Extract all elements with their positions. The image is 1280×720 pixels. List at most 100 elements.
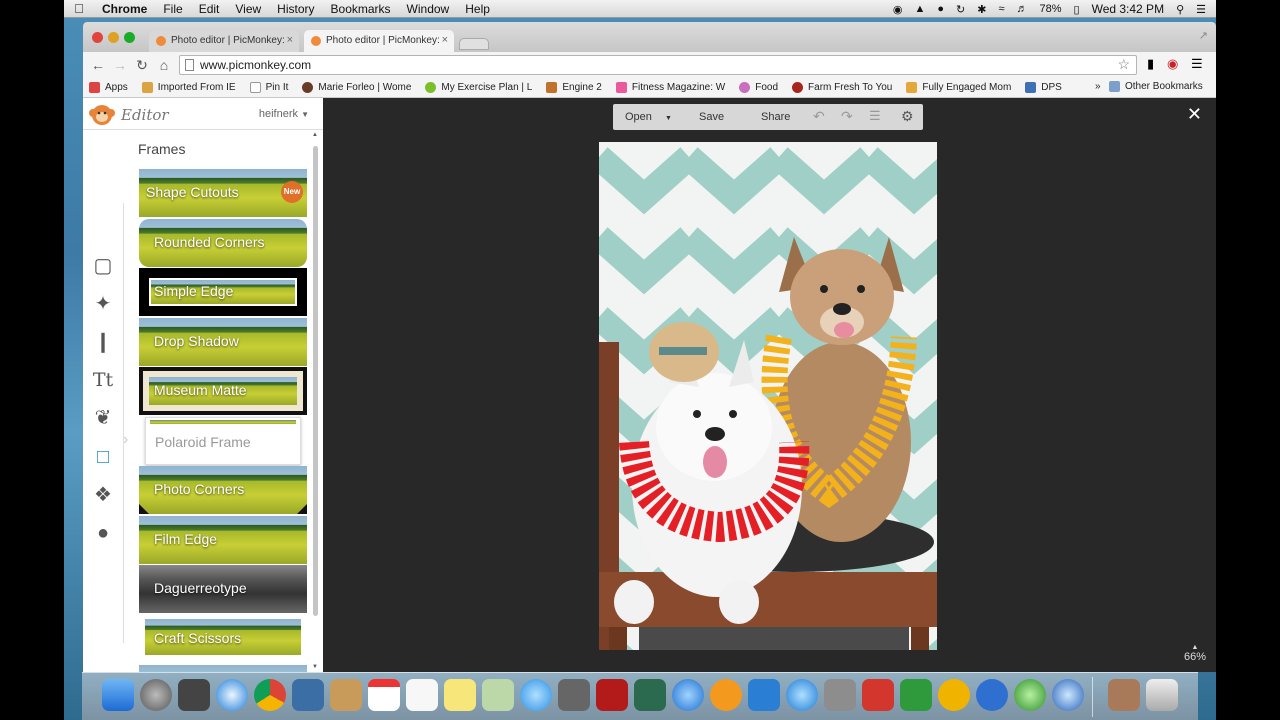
frame-simple-edge[interactable]: Simple Edge [139, 268, 307, 316]
layers-icon[interactable]: ☰ [869, 108, 881, 124]
scroll-up-icon[interactable]: ▲ [312, 132, 318, 138]
apple-menu-icon[interactable]:  [64, 1, 94, 16]
settings-gear-icon[interactable]: ⚙ [901, 108, 914, 125]
address-bar[interactable]: www.picmonkey.com ☆ [179, 55, 1137, 75]
mail-bird-icon[interactable] [292, 679, 324, 711]
zoom-up-icon[interactable]: ▲ [1184, 644, 1206, 651]
frame-craft-scissors[interactable]: Craft Scissors [139, 615, 307, 663]
texture-icon[interactable]: ❖ [91, 483, 115, 507]
record-icon[interactable]: ◉ [893, 3, 903, 16]
fullscreen-icon[interactable]: ↗ [1199, 29, 1208, 42]
bookmark-fully-engaged-mom[interactable]: Fully Engaged Mom [900, 82, 1019, 93]
volume-icon[interactable]: ♬ [1016, 3, 1027, 15]
user-menu[interactable]: heifnerk ▼ [259, 108, 309, 120]
facetime-icon[interactable] [558, 679, 590, 711]
contacts-icon[interactable] [330, 679, 362, 711]
notification-center-icon[interactable]: ☰ [1196, 3, 1206, 16]
video-conference-icon[interactable] [976, 679, 1008, 711]
open-button[interactable]: Open ▼ [625, 111, 672, 123]
ibooks-icon[interactable] [710, 679, 742, 711]
photo-booth-icon[interactable] [596, 679, 628, 711]
pinterest-icon[interactable]: ◉ [1167, 56, 1178, 72]
frame-museum-matte[interactable]: Museum Matte [139, 367, 307, 415]
app-store-icon[interactable] [786, 679, 818, 711]
frame-daguerreotype[interactable]: Daguerreotype [139, 565, 307, 613]
mission-control-icon[interactable] [178, 679, 210, 711]
frame-film-edge[interactable]: Film Edge [139, 516, 307, 564]
scroll-down-icon[interactable]: ▼ [312, 664, 318, 670]
menu-edit[interactable]: Edit [191, 2, 228, 16]
picmonkey-logo-icon[interactable] [89, 102, 115, 126]
frame-shape-cutouts[interactable]: Shape Cutouts New [139, 169, 307, 217]
bookmark-marie-forleo[interactable]: Marie Forleo | Wome [296, 82, 419, 93]
launchpad-icon[interactable] [140, 679, 172, 711]
bookmarks-overflow-icon[interactable]: » [1095, 81, 1101, 92]
menu-bookmarks[interactable]: Bookmarks [323, 2, 399, 16]
bookmark-folder-imported[interactable]: Imported From IE [136, 82, 244, 93]
close-tab-icon[interactable]: × [287, 34, 293, 46]
finder-icon[interactable] [102, 679, 134, 711]
share-button[interactable]: Share [761, 111, 790, 123]
zoom-level[interactable]: ▲ 66% [1184, 644, 1206, 663]
panel-scrollbar[interactable]: ▲ ▼ [311, 132, 321, 672]
bluetooth-icon[interactable]: ✱ [977, 3, 986, 16]
frame-photo-corners[interactable]: Photo Corners [139, 466, 307, 514]
tab-photo-editor-1[interactable]: Photo editor | PicMonkey: × [149, 30, 299, 52]
menu-view[interactable]: View [227, 2, 269, 16]
close-window-button[interactable] [92, 32, 103, 43]
tab-photo-editor-2[interactable]: Photo editor | PicMonkey: × [304, 30, 454, 52]
forward-arrow-icon[interactable]: → [109, 57, 131, 73]
itunes-icon[interactable] [672, 679, 704, 711]
bookmark-engine-2[interactable]: Engine 2 [540, 82, 609, 93]
upload-icon[interactable]: ▲ [914, 3, 925, 15]
quicktime-icon[interactable] [1052, 679, 1084, 711]
downloads-stack-icon[interactable] [1108, 679, 1140, 711]
lipstick-icon[interactable]: ❙ [91, 330, 115, 354]
frames-icon[interactable]: □ [91, 445, 115, 469]
crop-icon[interactable]: ▢ [91, 254, 115, 278]
trash-icon[interactable] [1146, 679, 1178, 711]
text-tool-icon[interactable]: Tt [91, 368, 115, 392]
menu-history[interactable]: History [269, 2, 322, 16]
close-tab-icon[interactable]: × [442, 34, 448, 46]
menu-help[interactable]: Help [457, 2, 498, 16]
bookmark-fitness-magazine[interactable]: Fitness Magazine: W [610, 82, 733, 93]
home-icon[interactable]: ⌂ [153, 57, 175, 73]
frame-polaroid[interactable]: Polaroid Frame [145, 417, 301, 465]
menu-file[interactable]: File [155, 2, 190, 16]
spotlight-icon[interactable]: ⚲ [1176, 3, 1184, 16]
bookmark-pin-it[interactable]: Pin It [244, 82, 297, 93]
powerpoint-icon[interactable] [862, 679, 894, 711]
wifi-icon[interactable]: ≈ [998, 3, 1004, 15]
bookmark-dps[interactable]: DPS [1019, 82, 1070, 93]
zoom-window-button[interactable] [124, 32, 135, 43]
outlook-icon[interactable] [938, 679, 970, 711]
iphoto-icon[interactable] [634, 679, 666, 711]
frame-drop-shadow[interactable]: Drop Shadow [139, 318, 307, 366]
frame-rounded-corners[interactable]: Rounded Corners [139, 219, 307, 267]
messages-icon[interactable] [520, 679, 552, 711]
back-arrow-icon[interactable]: ← [87, 57, 109, 73]
download-globe-icon[interactable] [1014, 679, 1046, 711]
calendar-icon[interactable] [368, 679, 400, 711]
bookmark-exercise-plan[interactable]: My Exercise Plan | L [419, 82, 540, 93]
magic-wand-icon[interactable]: ✦ [91, 292, 115, 316]
frame-next-partial[interactable] [139, 665, 307, 672]
undo-icon[interactable]: ↶ [813, 108, 825, 125]
chrome-menu-icon[interactable]: ☰ [1191, 56, 1203, 72]
apple-themes-icon[interactable]: ● [91, 521, 115, 545]
butterfly-icon[interactable]: ❦ [91, 406, 115, 430]
bookmark-food[interactable]: Food [733, 82, 786, 93]
reminders-icon[interactable] [406, 679, 438, 711]
menu-window[interactable]: Window [399, 2, 458, 16]
battery-status[interactable]: 78% [1039, 3, 1061, 15]
minimize-window-button[interactable] [108, 32, 119, 43]
battery-icon[interactable]: ▯ [1074, 3, 1080, 16]
redo-icon[interactable]: ↷ [841, 108, 853, 125]
bookmark-farm-fresh[interactable]: Farm Fresh To You [786, 82, 900, 93]
safari-icon[interactable] [216, 679, 248, 711]
excel-icon[interactable] [900, 679, 932, 711]
scroll-thumb[interactable] [313, 146, 318, 616]
clock[interactable]: Wed 3:42 PM [1092, 2, 1164, 16]
new-tab-button[interactable] [459, 38, 489, 50]
